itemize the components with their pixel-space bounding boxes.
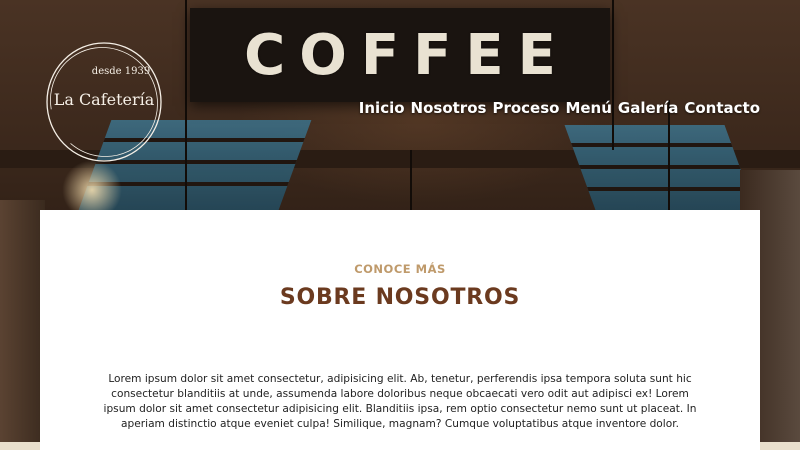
brand-tagline: desde 1939: [91, 66, 151, 77]
about-card: CONOCE MÁS SOBRE NOSOTROS Lorem ipsum do…: [40, 210, 760, 450]
brand-logo[interactable]: desde 1939 La Cafetería: [46, 42, 162, 162]
about-body: Lorem ipsum dolor sit amet consectetur, …: [103, 373, 697, 430]
main-nav: Inicio Nosotros Proceso Menú Galería Con…: [359, 99, 760, 117]
bottom-strip-left: [0, 442, 40, 450]
skylight-right: [564, 125, 756, 210]
nav-item-galeria[interactable]: Galería: [618, 99, 678, 117]
nav-item-nosotros[interactable]: Nosotros: [411, 99, 487, 117]
about-eyebrow: CONOCE MÁS: [354, 262, 446, 276]
bottom-strip-right: [760, 442, 800, 450]
coffee-sign: COFFEE: [190, 8, 610, 102]
about-title: SOBRE NOSOTROS: [279, 285, 521, 310]
coffee-sign-text: COFFEE: [244, 22, 570, 88]
nav-item-menu[interactable]: Menú: [565, 99, 611, 117]
brand-name: La Cafetería: [53, 90, 155, 109]
nav-item-contacto[interactable]: Contacto: [684, 99, 760, 117]
nav-item-proceso[interactable]: Proceso: [492, 99, 559, 117]
nav-item-inicio[interactable]: Inicio: [359, 99, 405, 117]
